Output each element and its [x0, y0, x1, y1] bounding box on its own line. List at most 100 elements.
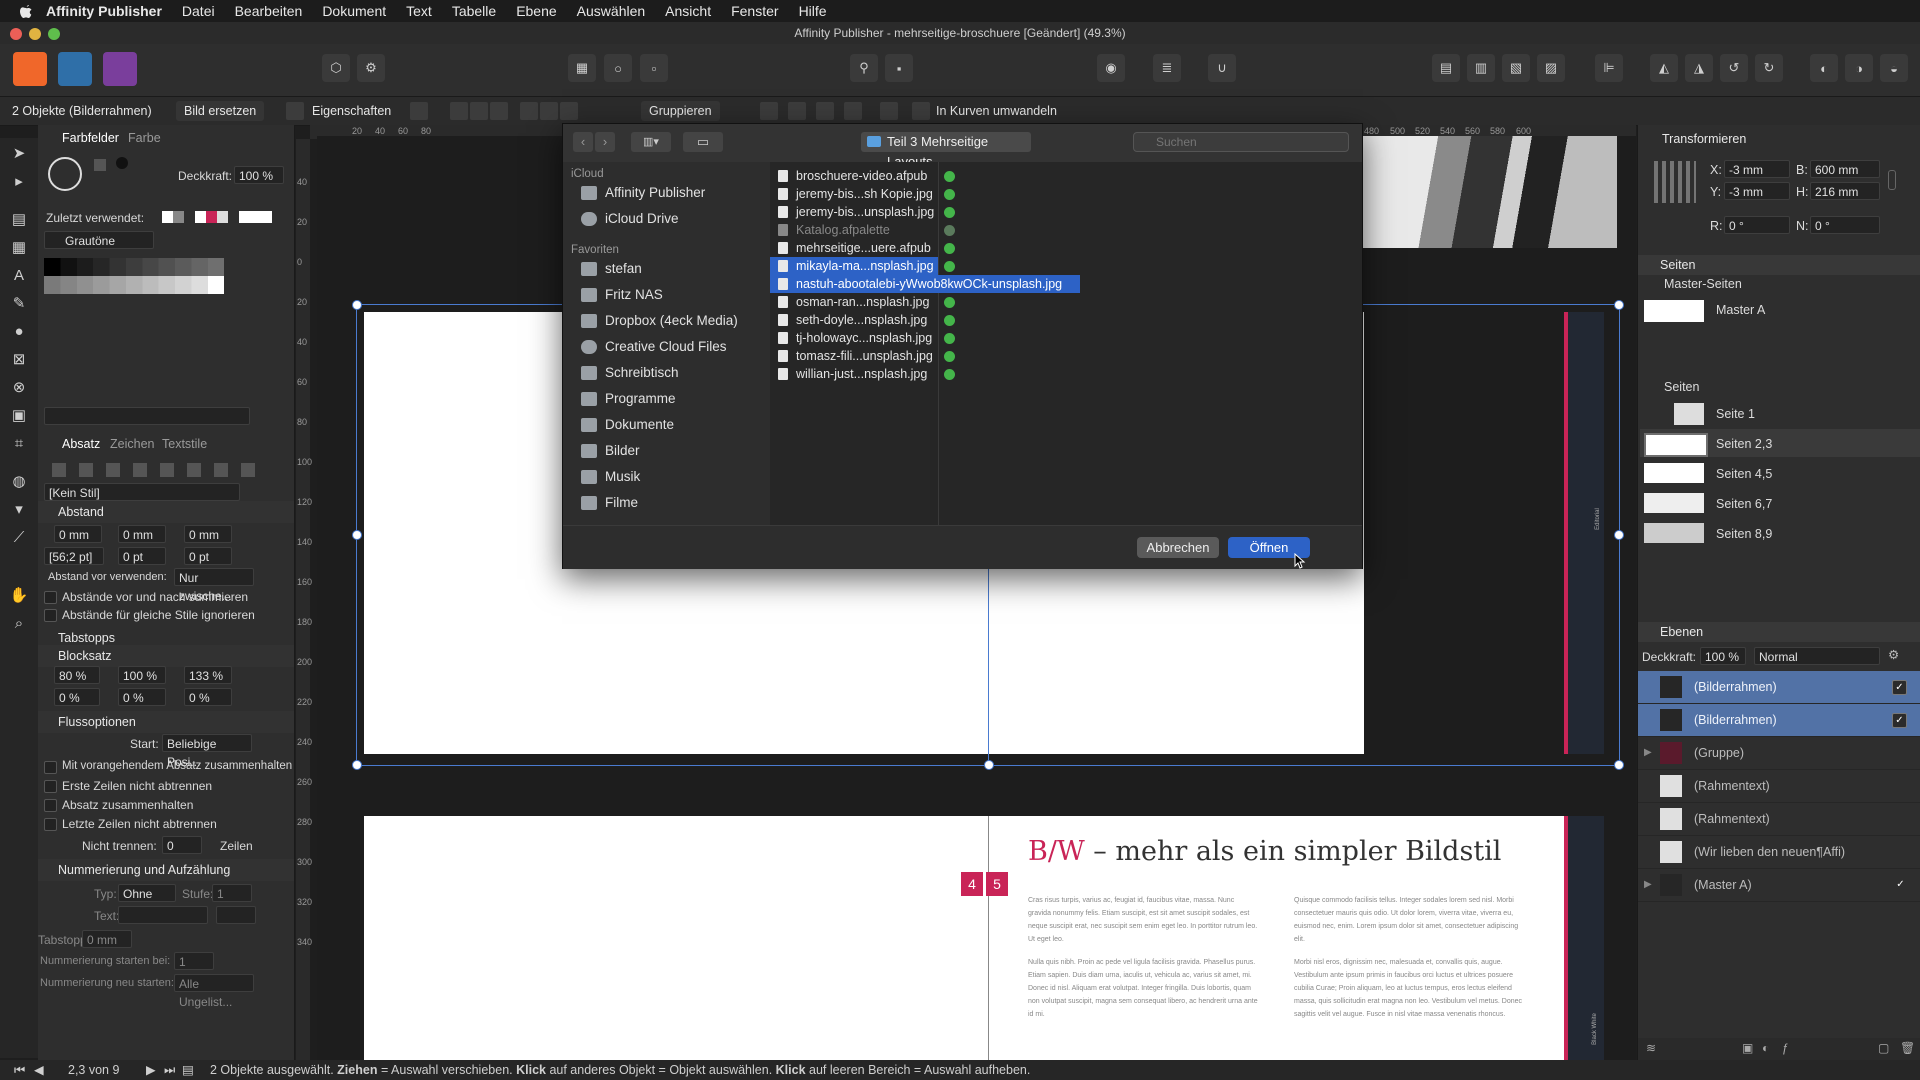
align-right-icon[interactable]	[490, 102, 508, 120]
start-select[interactable]: Beliebige Posi...	[162, 734, 252, 769]
align-bottom-icon[interactable]	[560, 102, 578, 120]
sidebar-item-movies[interactable]: Filme	[563, 490, 770, 516]
page-1-thumbnail[interactable]	[1674, 403, 1704, 425]
first-lines-checkbox[interactable]	[44, 780, 57, 793]
layer-row[interactable]: ▶ (Gruppe)	[1638, 737, 1920, 770]
num-start-field[interactable]: 1	[174, 952, 214, 970]
menu-datei[interactable]: Datei	[182, 3, 215, 19]
paragraph-alignment-buttons[interactable]	[52, 463, 268, 477]
layer-opacity-field[interactable]: 100 %	[1700, 647, 1746, 665]
space-before-field[interactable]: 0 pt	[118, 547, 166, 565]
transform-tab[interactable]: Transformieren	[1638, 129, 1920, 149]
shape-tool-icon[interactable]: ●	[9, 322, 29, 342]
pages-header[interactable]: Seiten	[1664, 380, 1699, 394]
file-item[interactable]: osman-ran...nsplash.jpg	[770, 293, 955, 311]
layers-stack-icon[interactable]: ≋	[1646, 1041, 1660, 1055]
indent-right-field[interactable]: 0 mm	[118, 525, 166, 543]
master-pages-header[interactable]: Master-Seiten	[1664, 277, 1742, 291]
selection-handle[interactable]	[984, 760, 994, 770]
numbering-type-select[interactable]: Ohne Li...	[118, 884, 176, 919]
assistant-icon[interactable]: ⚙	[357, 54, 385, 82]
flip-horizontal-icon[interactable]: ◭	[1650, 54, 1678, 82]
convert-to-curves-button[interactable]: In Kurven umwandeln	[936, 104, 1057, 118]
layer-visibility-checkbox[interactable]: ✓	[1894, 878, 1907, 891]
tabstop-field[interactable]: 0 mm	[82, 930, 132, 948]
shear-field[interactable]: 0 °	[1810, 216, 1880, 234]
document-icon[interactable]: ▤	[182, 1060, 194, 1080]
page-view-icon[interactable]: ▦	[568, 54, 596, 82]
file-item-selected[interactable]: nastuh-abootalebi-yWwob8kwOCk-unsplash.j…	[770, 275, 1080, 293]
sidebar-item-creative-cloud[interactable]: Creative Cloud Files	[563, 334, 770, 360]
last-lines-checkbox[interactable]	[44, 818, 57, 831]
justification-section[interactable]: Blocksatz	[38, 645, 294, 667]
refresh-icon[interactable]	[880, 102, 898, 120]
selection-handle[interactable]	[352, 760, 362, 770]
file-item[interactable]: tomasz-fili...unsplash.jpg	[770, 347, 955, 365]
swatch-grid[interactable]	[44, 258, 278, 294]
keep-prev-checkbox[interactable]	[44, 761, 57, 774]
menu-app[interactable]: Affinity Publisher	[46, 3, 162, 19]
group-button[interactable]: Gruppieren	[641, 101, 720, 121]
indent-left-field[interactable]: 0 mm	[54, 525, 102, 543]
align-center-icon[interactable]	[470, 102, 488, 120]
sidebar-item-stefan[interactable]: stefan	[563, 256, 770, 282]
arrange-front-icon[interactable]: ▨	[1537, 54, 1565, 82]
artistic-text-tool-icon[interactable]: A	[9, 266, 29, 286]
word-min-field[interactable]: 80 %	[54, 666, 100, 684]
page-8-9-thumbnail[interactable]	[1644, 523, 1704, 543]
preflight-icon[interactable]: ⬡	[322, 54, 350, 82]
zoom-tool-icon[interactable]: ⌕	[9, 614, 29, 634]
palette-select[interactable]: Grautöne	[44, 231, 154, 249]
close-window-button[interactable]	[10, 28, 22, 40]
page-1-label[interactable]: Seite 1	[1716, 407, 1755, 421]
minimize-window-button[interactable]	[29, 28, 41, 40]
node-tool-icon[interactable]: ▸	[9, 172, 29, 192]
word-max-field[interactable]: 133 %	[184, 666, 232, 684]
pen-tool-icon[interactable]: ✎	[9, 294, 29, 314]
page-6-7-thumbnail[interactable]	[1644, 493, 1704, 513]
letter-desired-field[interactable]: 0 %	[118, 688, 166, 706]
hand-tool-icon[interactable]: ✋	[9, 586, 29, 606]
menu-dokument[interactable]: Dokument	[322, 3, 386, 19]
tab-swatches[interactable]: Farbfelder	[62, 131, 119, 145]
indent-first-field[interactable]: 0 mm	[184, 525, 232, 543]
page-2-3-thumbnail[interactable]	[1644, 433, 1708, 457]
search-input[interactable]	[1133, 132, 1349, 152]
new-folder-icon[interactable]: ▭	[683, 132, 723, 152]
flip-vertical-icon[interactable]: ◮	[1685, 54, 1713, 82]
back-icon[interactable]: ‹	[573, 132, 593, 152]
rotate-left-icon[interactable]: ↺	[1720, 54, 1748, 82]
anchor-point-selector[interactable]	[1654, 161, 1696, 203]
sidebar-item-music[interactable]: Musik	[563, 464, 770, 490]
sidebar-item-documents[interactable]: Dokumente	[563, 412, 770, 438]
page-4-5-label[interactable]: Seiten 4,5	[1716, 467, 1772, 481]
paragraph-style-select[interactable]: [Kein Stil]	[44, 483, 240, 501]
arrange-forward-icon[interactable]: ▧	[1502, 54, 1530, 82]
master-a-label[interactable]: Master A	[1716, 303, 1765, 317]
rotate-right-icon[interactable]: ↻	[1755, 54, 1783, 82]
sidebar-item-fritz-nas[interactable]: Fritz NAS	[563, 282, 770, 308]
word-desired-field[interactable]: 100 %	[118, 666, 166, 684]
tab-color[interactable]: Farbe	[128, 131, 161, 145]
properties-button[interactable]: Eigenschaften	[312, 104, 391, 118]
geometry-subtract-icon[interactable]: ◑	[1845, 54, 1873, 82]
geometry-intersect-icon[interactable]: ◒	[1880, 54, 1908, 82]
fit-view-icon[interactable]: ▫	[640, 54, 668, 82]
arrange-backward-icon[interactable]: ▥	[1467, 54, 1495, 82]
expand-arrow-icon[interactable]: ▶	[1644, 737, 1652, 769]
trash-icon[interactable]: 🗑	[1900, 1041, 1915, 1055]
num-restart-select[interactable]: Alle Ungelist...	[174, 974, 254, 1009]
layer-row[interactable]: (Bilderrahmen) ✓	[1638, 671, 1920, 704]
file-item[interactable]: seth-doyle...nsplash.jpg	[770, 311, 955, 329]
master-a-thumbnail[interactable]	[1644, 300, 1704, 322]
fill-tool-icon[interactable]: ▾	[9, 500, 29, 520]
expand-arrow-icon[interactable]: ▶	[1644, 869, 1652, 901]
crop-tool-icon[interactable]: ⌗	[9, 434, 29, 454]
last-page-icon[interactable]: ⏭	[164, 1060, 175, 1080]
ellipse-frame-tool-icon[interactable]: ⊗	[9, 378, 29, 398]
ruler-vertical[interactable]: 40 20 0 20 40 60 80 100 120 140 160 180 …	[296, 139, 312, 1060]
menu-ebene[interactable]: Ebene	[516, 3, 556, 19]
align-top-icon[interactable]	[520, 102, 538, 120]
text-frame-view-icon[interactable]: ≣	[1153, 54, 1181, 82]
menu-ansicht[interactable]: Ansicht	[665, 3, 711, 19]
